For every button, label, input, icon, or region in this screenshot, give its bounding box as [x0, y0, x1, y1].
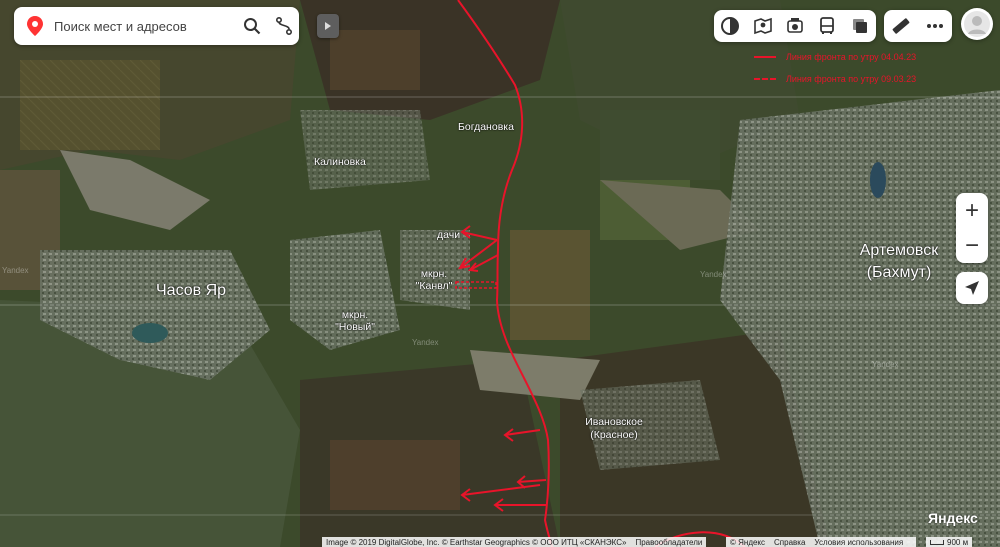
yandex-watermark: Yandex — [872, 360, 899, 369]
legend-dashed-swatch — [754, 78, 776, 80]
novy-line-2: "Новый" — [335, 321, 375, 333]
layers-icon[interactable] — [718, 14, 742, 38]
artemovsk-line-2: (Бахмут) — [866, 264, 932, 281]
ivanovskoe-line-2: (Красное) — [590, 429, 638, 441]
legend-solid-swatch — [754, 56, 776, 58]
place-label-kanal: мкрн. "Канвл" — [408, 268, 460, 292]
search-icon[interactable] — [241, 15, 263, 37]
ruler-icon[interactable] — [889, 14, 913, 38]
novy-line-1: мкрн. — [341, 309, 369, 321]
panorama-icon[interactable] — [751, 14, 775, 38]
place-label-novy: мкрн. "Новый" — [327, 309, 383, 333]
artemovsk-line-1: Артемовск — [859, 242, 939, 259]
bus-icon[interactable] — [815, 14, 839, 38]
front-line-legend: Линия фронта по утру 04.04.23 Линия фрон… — [754, 46, 916, 90]
legend-row-solid: Линия фронта по утру 04.04.23 — [754, 46, 916, 68]
rights-link[interactable]: Правообладатели — [635, 538, 702, 547]
play-triangle-icon — [325, 22, 331, 30]
legend-dashed-label: Линия фронта по утру 09.03.23 — [786, 74, 917, 84]
more-icon[interactable] — [923, 14, 947, 38]
route-icon[interactable] — [273, 15, 295, 37]
copyright-text: Image © 2019 DigitalGlobe, Inc. © Earths… — [326, 537, 627, 547]
locate-arrow-icon — [965, 281, 979, 295]
place-label-dachi: дачи — [437, 229, 461, 241]
collapse-panel-button[interactable] — [317, 14, 339, 38]
traffic-icon[interactable] — [848, 14, 872, 38]
place-label-artemovsk[interactable]: Артемовск (Бахмут) — [846, 240, 952, 284]
ivanovskoe-line-1: Ивановское — [585, 416, 643, 428]
help-link[interactable]: Справка — [774, 538, 805, 547]
scale-label: 900 м — [947, 537, 969, 547]
search-input[interactable] — [52, 17, 231, 35]
zoom-control: + − — [956, 193, 988, 263]
copyright-bar: Image © 2019 DigitalGlobe, Inc. © Earths… — [322, 537, 707, 547]
yandex-watermark: Yandex — [2, 266, 29, 275]
locate-button[interactable] — [956, 272, 988, 304]
yandex-logo[interactable]: Яндекс — [928, 510, 978, 526]
terms-link[interactable]: Условия использования — [814, 538, 903, 547]
scale-bar: 900 м — [926, 537, 973, 547]
layers-toolbar — [714, 10, 876, 42]
tools-toolbar — [884, 10, 952, 42]
scale-line — [930, 539, 944, 545]
yandex-watermark: Yandex — [412, 338, 439, 347]
place-label-chasov-yar[interactable]: Часов Яр — [156, 282, 226, 300]
place-label-kalinovka[interactable]: Калиновка — [314, 156, 366, 168]
yandex-watermark: Yandex — [700, 270, 727, 279]
kanal-line-1: мкрн. — [420, 268, 448, 280]
transport-icon[interactable] — [783, 14, 807, 38]
zoom-in-button[interactable]: + — [956, 195, 988, 227]
legend-row-dashed: Линия фронта по утру 09.03.23 — [754, 68, 916, 90]
kanal-line-2: "Канвл" — [415, 280, 453, 292]
legend-solid-label: Линия фронта по утру 04.04.23 — [786, 52, 917, 62]
place-label-bogdanovka[interactable]: Богдановка — [458, 121, 514, 133]
search-panel — [14, 7, 299, 45]
yandex-copyright-link[interactable]: © Яндекс — [730, 538, 765, 547]
zoom-out-button[interactable]: − — [956, 230, 988, 262]
map-pin-icon — [24, 15, 46, 37]
footer-links: © Яндекс Справка Условия использования — [726, 537, 917, 547]
place-label-ivanovskoe[interactable]: Ивановское (Красное) — [578, 416, 650, 442]
user-avatar-icon[interactable] — [961, 8, 993, 40]
